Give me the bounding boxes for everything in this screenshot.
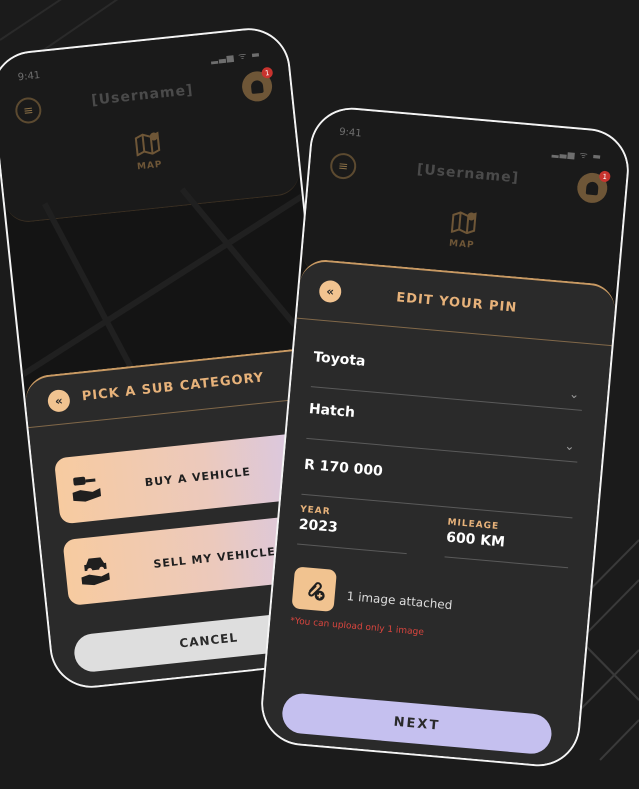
chevron-down-icon: ⌄ xyxy=(568,386,580,402)
hand-car-icon xyxy=(64,551,127,589)
map-icon xyxy=(450,211,477,235)
year-field[interactable]: YEAR 2023 xyxy=(297,504,411,555)
attach-image-button[interactable] xyxy=(291,566,337,612)
edit-pin-sheet: « EDIT YOUR PIN Toyota ⌄ Hatch ⌄ R 170 0… xyxy=(259,257,617,770)
status-time: 9:41 xyxy=(17,70,41,84)
notification-button[interactable]: 1 xyxy=(576,170,611,205)
status-time: 9:41 xyxy=(338,126,363,140)
next-button[interactable]: NEXT xyxy=(280,691,554,756)
sell-vehicle-label: SELL MY VEHICLE xyxy=(152,544,277,571)
notification-button[interactable]: 1 xyxy=(240,66,274,103)
status-icons: ▂▃▅ ᯤ ▬ xyxy=(210,49,262,66)
upload-limit-note: *You can upload only 1 image xyxy=(289,616,425,638)
buy-vehicle-label: BUY A VEHICLE xyxy=(144,464,252,489)
phone-edit-pin: 9:41 ▂▃▅ ᯤ ▬ ≡ [Username] 1 MAP « EDIT Y… xyxy=(257,104,633,770)
chevron-down-icon: ⌄ xyxy=(564,438,576,454)
attach-status-text: 1 image attached xyxy=(346,589,453,613)
hand-car-key-icon xyxy=(56,470,119,506)
mileage-field[interactable]: MILEAGE 600 KM xyxy=(444,517,572,569)
status-icons: ▂▃▅ ᯤ ▬ xyxy=(551,148,603,163)
bell-icon xyxy=(585,180,599,195)
make-value: Toyota xyxy=(312,349,367,370)
map-button[interactable]: MAP xyxy=(304,196,622,263)
map-button[interactable]: MAP xyxy=(0,116,298,187)
paperclip-add-icon xyxy=(308,582,325,601)
bell-icon xyxy=(250,79,264,94)
map-icon xyxy=(134,131,161,157)
price-value: R 170 000 xyxy=(303,456,384,480)
sheet-divider xyxy=(296,317,612,347)
sheet-title: EDIT YOUR PIN xyxy=(395,290,518,316)
